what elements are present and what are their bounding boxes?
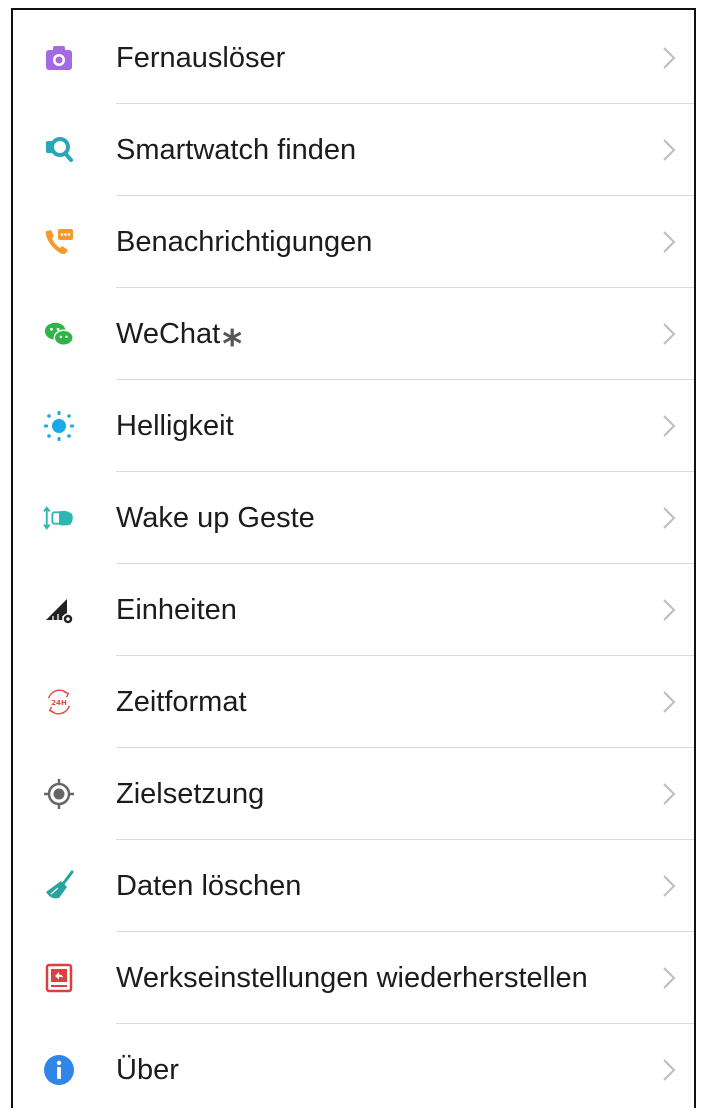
menu-item-find-watch[interactable]: Smartwatch finden <box>13 104 694 196</box>
menu-item-label: Benachrichtigungen <box>116 226 373 258</box>
menu-item-label: Helligkeit <box>116 410 234 442</box>
menu-item-label: Zielsetzung <box>116 778 265 810</box>
menu-item-units[interactable]: Einheiten <box>13 564 694 656</box>
menu-item-label: Über <box>116 1054 179 1086</box>
chevron-right-icon <box>663 231 676 253</box>
menu-item-label-text: WeChat <box>116 318 221 350</box>
menu-item-label: Smartwatch finden <box>116 134 357 166</box>
chevron-right-icon <box>663 1059 676 1081</box>
menu-item-factory-reset[interactable]: Werkseinstellungen wiederherstellen <box>13 932 694 1024</box>
menu-item-label: Werkseinstellungen wiederherstellen <box>116 962 588 994</box>
settings-list: Fernauslöser Smartwatch finden Benachric… <box>13 12 694 1116</box>
chevron-right-icon <box>663 507 676 529</box>
notification-phone-icon <box>43 226 75 258</box>
find-watch-icon <box>43 134 75 166</box>
chevron-right-icon <box>663 139 676 161</box>
menu-item-about[interactable]: Über <box>13 1024 694 1116</box>
menu-item-label: WeChat * <box>116 288 242 380</box>
time-format-icon-text: 24H <box>51 698 67 707</box>
camera-icon <box>43 42 75 74</box>
chevron-right-icon <box>663 415 676 437</box>
chevron-right-icon <box>663 47 676 69</box>
units-icon <box>43 594 75 626</box>
info-icon <box>43 1054 75 1086</box>
chevron-right-icon <box>663 599 676 621</box>
menu-item-remote-shutter[interactable]: Fernauslöser <box>13 12 694 104</box>
menu-item-label: Fernauslöser <box>116 42 286 74</box>
menu-item-label: Wake up Geste <box>116 502 315 534</box>
menu-item-brightness[interactable]: Helligkeit <box>13 380 694 472</box>
factory-reset-icon <box>43 962 75 994</box>
menu-item-goal-setting[interactable]: Zielsetzung <box>13 748 694 840</box>
footnote-asterisk: * <box>222 322 243 366</box>
menu-item-label: Daten löschen <box>116 870 302 902</box>
menu-item-time-format[interactable]: 24H Zeitformat <box>13 656 694 748</box>
chevron-right-icon <box>663 691 676 713</box>
menu-item-clear-data[interactable]: Daten löschen <box>13 840 694 932</box>
menu-item-label: Einheiten <box>116 594 237 626</box>
menu-item-wechat[interactable]: WeChat * <box>13 288 694 380</box>
chevron-right-icon <box>663 783 676 805</box>
chevron-right-icon <box>663 875 676 897</box>
menu-item-notifications[interactable]: Benachrichtigungen <box>13 196 694 288</box>
menu-item-wake-gesture[interactable]: Wake up Geste <box>13 472 694 564</box>
settings-frame: Fernauslöser Smartwatch finden Benachric… <box>11 8 696 1108</box>
time-format-icon: 24H <box>43 686 75 718</box>
brightness-icon <box>43 410 75 442</box>
menu-item-label: Zeitformat <box>116 686 247 718</box>
target-icon <box>43 778 75 810</box>
chevron-right-icon <box>663 967 676 989</box>
wechat-icon <box>43 318 75 350</box>
chevron-right-icon <box>663 323 676 345</box>
wake-gesture-icon <box>43 502 75 534</box>
broom-icon <box>43 870 75 902</box>
